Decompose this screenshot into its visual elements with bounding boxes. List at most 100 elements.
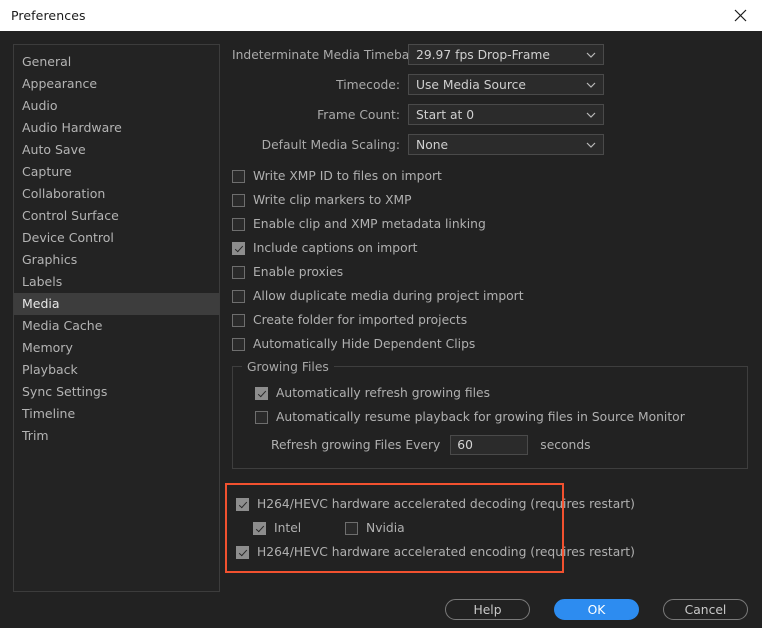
checkbox-label-write-clip-markers: Write clip markers to XMP [253, 193, 412, 207]
checkbox-row-hw-encoding[interactable]: H264/HEVC hardware accelerated encoding … [236, 540, 635, 564]
checkbox-write-xmp-id[interactable] [232, 169, 245, 183]
checkbox-label-hide-dependent-clips: Automatically Hide Dependent Clips [253, 337, 476, 351]
close-icon [734, 9, 746, 22]
growing-files-group: Growing Files Automatically refresh grow… [232, 360, 748, 469]
checkbox-hw-encoding[interactable] [236, 545, 249, 559]
media-preferences-panel: Indeterminate Media Timebase: 29.97 fps … [225, 44, 748, 573]
checkbox-label-nvidia: Nvidia [366, 521, 405, 535]
checkbox-allow-duplicate-media[interactable] [232, 289, 245, 303]
preferences-category-list[interactable]: General Appearance Audio Audio Hardware … [13, 44, 220, 592]
sidebar-item-audio[interactable]: Audio [14, 95, 219, 117]
checkbox-write-clip-markers[interactable] [232, 193, 245, 207]
chevron-down-icon [586, 82, 596, 88]
dialog-body: General Appearance Audio Audio Hardware … [0, 31, 762, 628]
select-value-timecode: Use Media Source [416, 77, 526, 92]
checkbox-label-auto-resume-playback: Automatically resume playback for growin… [276, 410, 685, 424]
sidebar-item-memory[interactable]: Memory [14, 337, 219, 359]
select-value-frame-count: Start at 0 [416, 107, 475, 122]
dialog-footer: Help OK Cancel [445, 599, 748, 620]
select-timecode[interactable]: Use Media Source [408, 74, 604, 95]
field-row-indeterminate-media-timebase: Indeterminate Media Timebase: 29.97 fps … [232, 44, 748, 65]
checkbox-include-captions[interactable] [232, 241, 245, 255]
sidebar-item-trim[interactable]: Trim [14, 425, 219, 447]
cancel-button[interactable]: Cancel [663, 599, 748, 620]
growing-files-legend: Growing Files [242, 360, 334, 374]
checkbox-enable-metadata-linking[interactable] [232, 217, 245, 231]
sidebar-item-collaboration[interactable]: Collaboration [14, 183, 219, 205]
checkbox-label-enable-metadata-linking: Enable clip and XMP metadata linking [253, 217, 486, 231]
field-row-default-media-scaling: Default Media Scaling: None [232, 134, 748, 155]
checkbox-label-allow-duplicate-media: Allow duplicate media during project imp… [253, 289, 524, 303]
sidebar-item-sync-settings[interactable]: Sync Settings [14, 381, 219, 403]
checkbox-row-auto-refresh-growing-files[interactable]: Automatically refresh growing files [255, 381, 737, 405]
sidebar-item-control-surface[interactable]: Control Surface [14, 205, 219, 227]
checkbox-label-intel: Intel [274, 521, 302, 535]
select-value-indeterminate-media-timebase: 29.97 fps Drop-Frame [416, 47, 550, 62]
hardware-vendor-row: Intel Nvidia [253, 516, 556, 540]
label-timecode: Timecode: [336, 77, 400, 92]
chevron-down-icon [586, 112, 596, 118]
checkbox-row-include-captions[interactable]: Include captions on import [232, 236, 748, 260]
chevron-down-icon [586, 52, 596, 58]
field-row-frame-count: Frame Count: Start at 0 [232, 104, 748, 125]
hardware-acceleration-highlight-box: H264/HEVC hardware accelerated decoding … [225, 483, 635, 573]
checkbox-enable-proxies[interactable] [232, 265, 245, 279]
checkbox-label-hw-encoding: H264/HEVC hardware accelerated encoding … [257, 545, 635, 559]
checkbox-row-intel[interactable]: Intel [253, 516, 345, 540]
sidebar-item-audio-hardware[interactable]: Audio Hardware [14, 117, 219, 139]
close-button[interactable] [718, 0, 762, 31]
select-default-media-scaling[interactable]: None [408, 134, 604, 155]
refresh-interval-label: Refresh growing Files Every [271, 438, 441, 452]
help-button[interactable]: Help [445, 599, 530, 620]
checkbox-auto-refresh-growing-files[interactable] [255, 386, 268, 400]
checkbox-nvidia[interactable] [345, 521, 358, 535]
checkbox-row-enable-metadata-linking[interactable]: Enable clip and XMP metadata linking [232, 212, 748, 236]
refresh-interval-input[interactable] [450, 435, 529, 455]
checkbox-row-auto-resume-playback[interactable]: Automatically resume playback for growin… [255, 405, 737, 429]
checkbox-label-create-folder: Create folder for imported projects [253, 313, 468, 327]
refresh-interval-row: Refresh growing Files Every seconds [271, 434, 737, 456]
chevron-down-icon [586, 142, 596, 148]
checkbox-auto-resume-playback[interactable] [255, 410, 268, 424]
seconds-label: seconds [540, 438, 591, 452]
sidebar-item-general[interactable]: General [14, 51, 219, 73]
media-options-checkbox-list: Write XMP ID to files on import Write cl… [232, 164, 748, 356]
checkbox-label-enable-proxies: Enable proxies [253, 265, 344, 279]
ok-button[interactable]: OK [554, 599, 639, 620]
label-default-media-scaling: Default Media Scaling: [261, 137, 400, 152]
sidebar-item-labels[interactable]: Labels [14, 271, 219, 293]
sidebar-item-media[interactable]: Media [14, 293, 219, 315]
sidebar-item-media-cache[interactable]: Media Cache [14, 315, 219, 337]
field-row-timecode: Timecode: Use Media Source [232, 74, 748, 95]
checkbox-row-write-xmp-id[interactable]: Write XMP ID to files on import [232, 164, 748, 188]
sidebar-item-device-control[interactable]: Device Control [14, 227, 219, 249]
label-frame-count: Frame Count: [317, 107, 400, 122]
select-value-default-media-scaling: None [416, 137, 449, 152]
select-frame-count[interactable]: Start at 0 [408, 104, 604, 125]
checkbox-intel[interactable] [253, 521, 266, 535]
checkbox-label-write-xmp-id: Write XMP ID to files on import [253, 169, 442, 183]
label-indeterminate-media-timebase: Indeterminate Media Timebase: [232, 47, 428, 62]
checkbox-label-hw-decoding: H264/HEVC hardware accelerated decoding … [257, 497, 635, 511]
checkbox-row-allow-duplicate-media[interactable]: Allow duplicate media during project imp… [232, 284, 748, 308]
checkbox-hide-dependent-clips[interactable] [232, 337, 245, 351]
window-title: Preferences [11, 8, 86, 23]
sidebar-item-playback[interactable]: Playback [14, 359, 219, 381]
sidebar-item-auto-save[interactable]: Auto Save [14, 139, 219, 161]
sidebar-item-appearance[interactable]: Appearance [14, 73, 219, 95]
checkbox-hw-decoding[interactable] [236, 497, 249, 511]
checkbox-label-auto-refresh-growing-files: Automatically refresh growing files [276, 386, 490, 400]
sidebar-item-timeline[interactable]: Timeline [14, 403, 219, 425]
sidebar-item-graphics[interactable]: Graphics [14, 249, 219, 271]
title-bar: Preferences [0, 0, 762, 31]
checkbox-row-hide-dependent-clips[interactable]: Automatically Hide Dependent Clips [232, 332, 748, 356]
checkbox-create-folder[interactable] [232, 313, 245, 327]
checkbox-row-enable-proxies[interactable]: Enable proxies [232, 260, 748, 284]
checkbox-row-nvidia[interactable]: Nvidia [345, 516, 405, 540]
sidebar-item-capture[interactable]: Capture [14, 161, 219, 183]
checkbox-row-create-folder[interactable]: Create folder for imported projects [232, 308, 748, 332]
checkbox-row-write-clip-markers[interactable]: Write clip markers to XMP [232, 188, 748, 212]
checkbox-label-include-captions: Include captions on import [253, 241, 418, 255]
checkbox-row-hw-decoding[interactable]: H264/HEVC hardware accelerated decoding … [236, 492, 635, 516]
select-indeterminate-media-timebase[interactable]: 29.97 fps Drop-Frame [408, 44, 604, 65]
